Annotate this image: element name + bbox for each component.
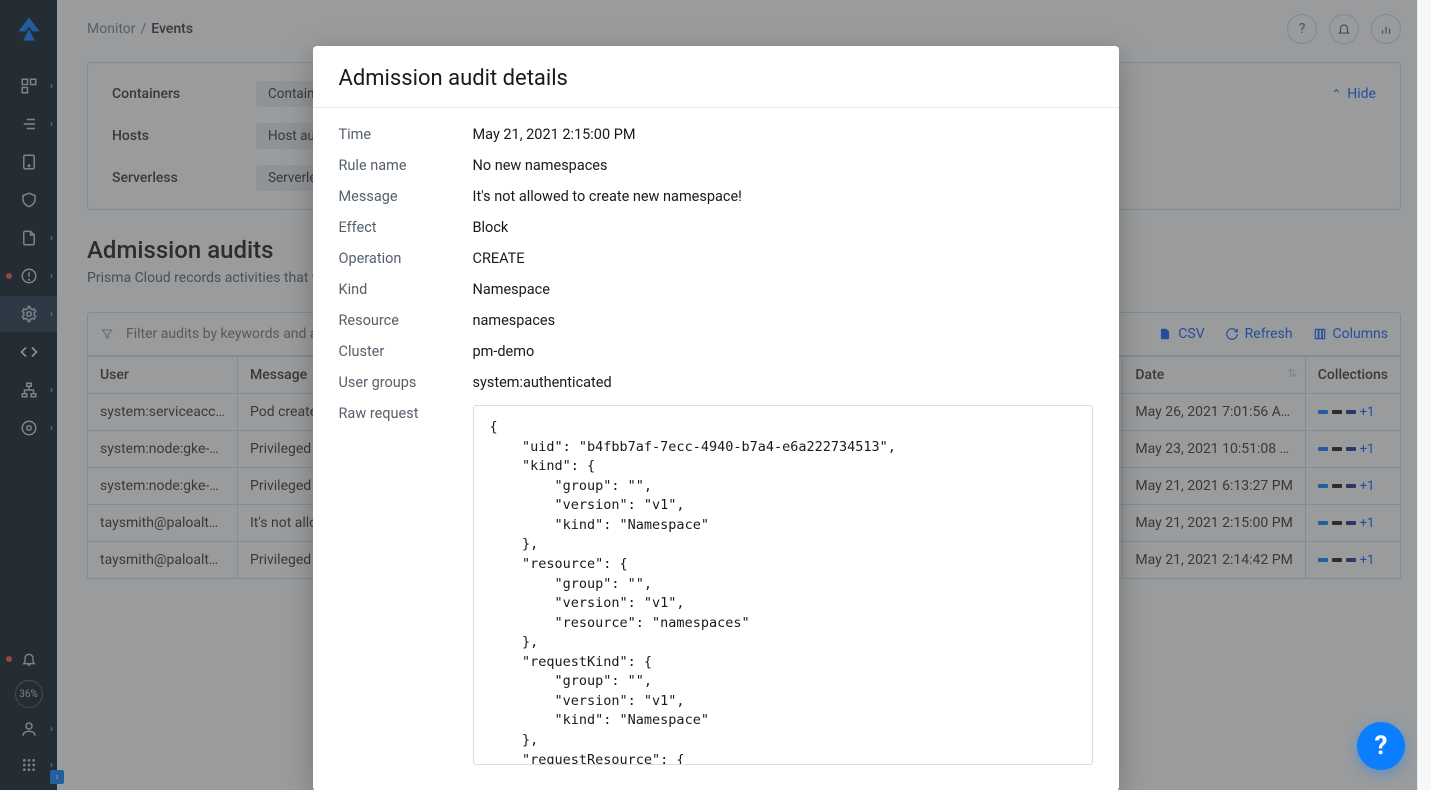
field-message-value: It's not allowed to create new namespace… [473, 188, 1093, 205]
field-message-label: Message [339, 188, 443, 205]
field-rawrequest-label: Raw request [339, 405, 443, 422]
field-resource-value: namespaces [473, 312, 1093, 329]
field-resource-label: Resource [339, 312, 443, 329]
field-effect-label: Effect [339, 219, 443, 236]
field-effect-value: Block [473, 219, 1093, 236]
field-rule-label: Rule name [339, 157, 443, 174]
field-operation-label: Operation [339, 250, 443, 267]
field-rule-value: No new namespaces [473, 157, 1093, 174]
field-time-value: May 21, 2021 2:15:00 PM [473, 126, 1093, 143]
raw-request-box[interactable]: { "uid": "b4fbb7af-7ecc-4940-b7a4-e6a222… [473, 405, 1093, 765]
field-cluster-value: pm-demo [473, 343, 1093, 360]
modal-title: Admission audit details [339, 66, 1093, 91]
admission-audit-details-modal: Admission audit details Time May 21, 202… [313, 46, 1119, 790]
page-scrollbar[interactable] [1417, 0, 1431, 790]
field-kind-value: Namespace [473, 281, 1093, 298]
field-usergroups-label: User groups [339, 374, 443, 391]
field-usergroups-value: system:authenticated [473, 374, 1093, 391]
field-time-label: Time [339, 126, 443, 143]
field-cluster-label: Cluster [339, 343, 443, 360]
floating-help-button[interactable]: ? [1357, 722, 1405, 770]
field-operation-value: CREATE [473, 250, 1093, 267]
field-kind-label: Kind [339, 281, 443, 298]
